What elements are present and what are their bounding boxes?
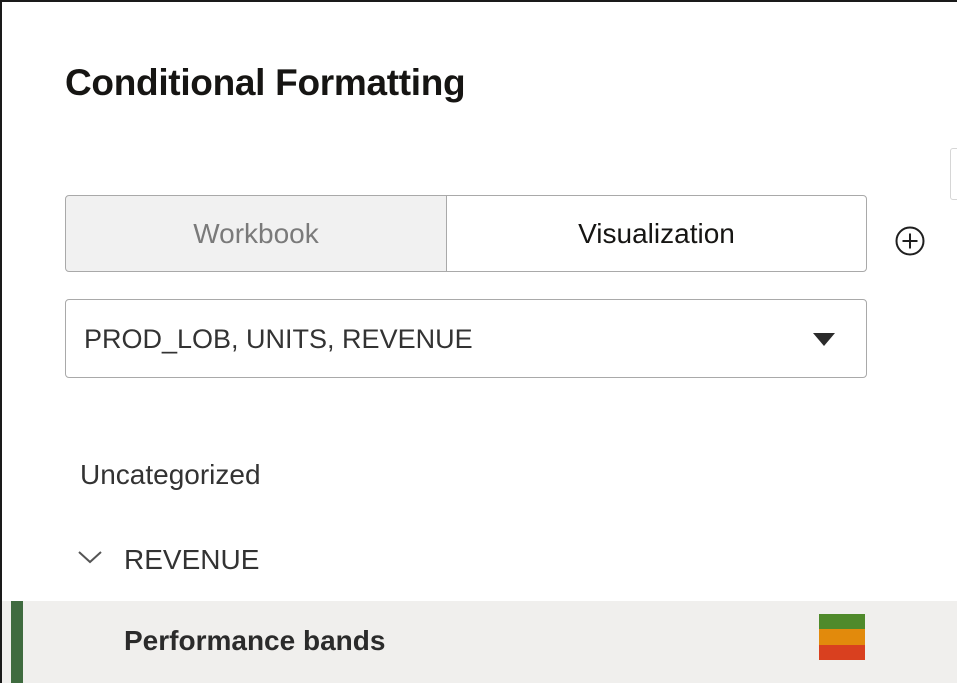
caret-down-icon[interactable] xyxy=(813,333,835,346)
chevron-down-icon[interactable] xyxy=(76,547,104,567)
adjacent-panel-edge xyxy=(950,148,957,200)
column-select[interactable]: PROD_LOB, UNITS, REVENUE xyxy=(65,299,867,378)
tab-visualization[interactable]: Visualization xyxy=(446,195,867,272)
rule-group-label: REVENUE xyxy=(124,544,260,575)
swatch-band-green xyxy=(819,614,865,630)
column-select-value: PROD_LOB, UNITS, REVENUE xyxy=(84,324,473,354)
rule-group-revenue[interactable]: REVENUE xyxy=(66,537,566,587)
conditional-formatting-panel: Conditional Formatting Workbook Visualiz… xyxy=(0,0,957,683)
tab-visualization-label: Visualization xyxy=(578,217,735,249)
panel-title: Conditional Formatting xyxy=(65,62,466,103)
add-rule-button[interactable] xyxy=(892,223,928,259)
rule-item-label: Performance bands xyxy=(124,625,386,656)
tab-workbook-label: Workbook xyxy=(193,217,319,249)
swatch-band-red xyxy=(819,644,865,660)
swatch-band-orange xyxy=(819,629,865,645)
selected-row-indicator xyxy=(11,601,23,683)
color-bands-swatch xyxy=(819,614,865,660)
category-label: Uncategorized xyxy=(80,459,261,490)
rule-item-performance-bands[interactable]: Performance bands xyxy=(2,601,957,683)
tab-workbook[interactable]: Workbook xyxy=(65,195,447,272)
plus-circle-icon xyxy=(895,226,925,256)
